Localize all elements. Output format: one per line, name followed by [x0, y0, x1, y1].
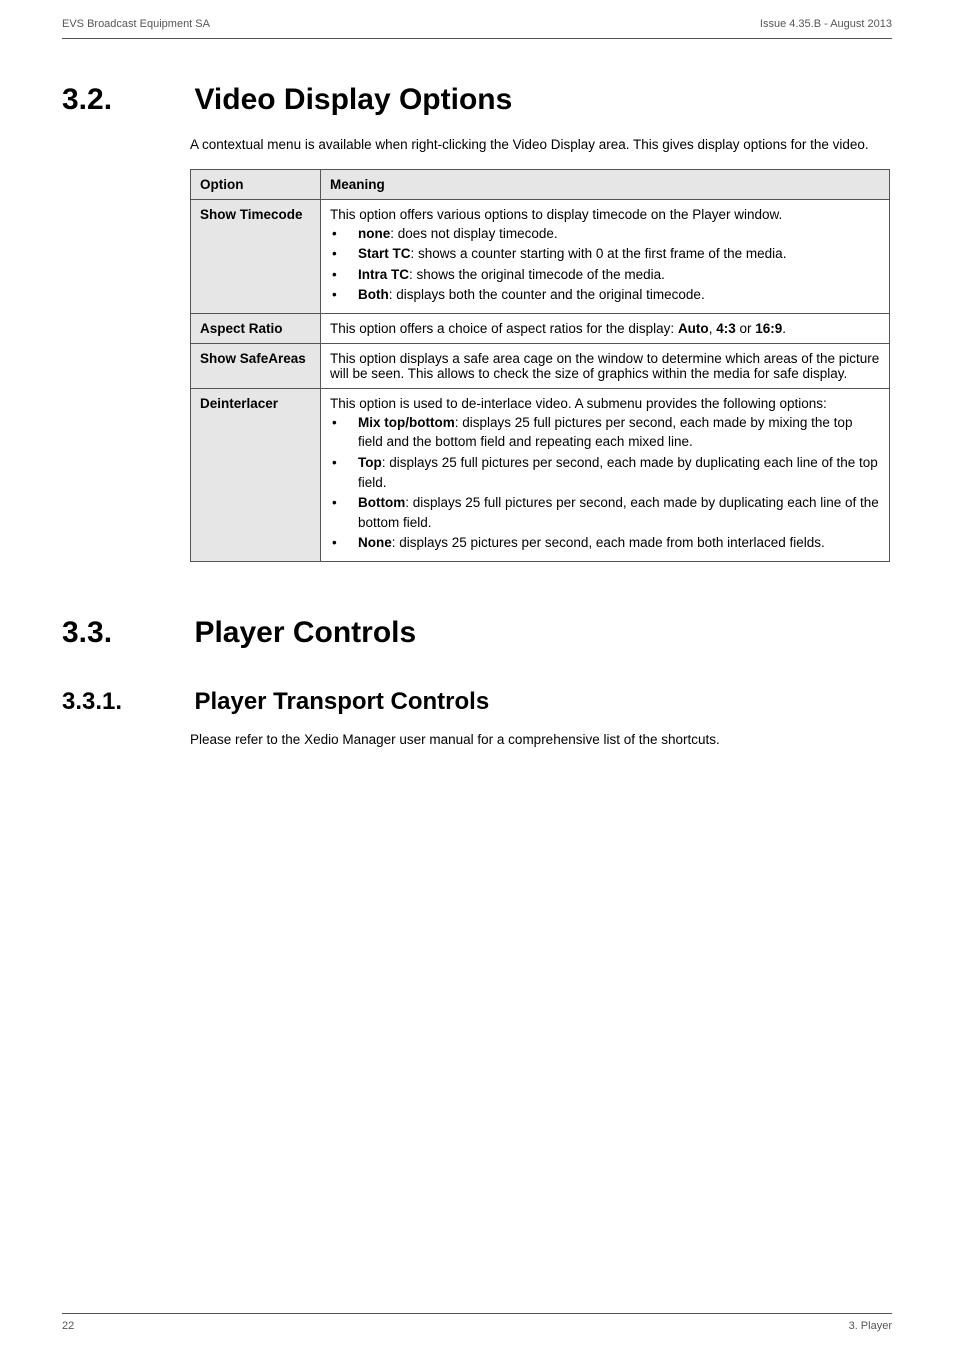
subsection-number: 3.3.1.: [62, 688, 190, 716]
header-left: EVS Broadcast Equipment SA: [62, 18, 210, 30]
option-meaning: This option offers various options to di…: [321, 199, 890, 313]
meaning-lead: This option offers various options to di…: [330, 207, 880, 222]
page-header: EVS Broadcast Equipment SA Issue 4.35.B …: [0, 0, 954, 36]
option-meaning: This option is used to de-interlace vide…: [321, 388, 890, 561]
table-row: Show Timecode This option offers various…: [191, 199, 890, 313]
header-rule: [62, 38, 892, 39]
list-item: Start TC: shows a counter starting with …: [330, 244, 880, 264]
section-title: Player Controls: [194, 616, 416, 650]
page-number: 22: [62, 1320, 74, 1332]
footer-rule: [62, 1313, 892, 1314]
table-header-row: Option Meaning: [191, 169, 890, 199]
table-row: Aspect Ratio This option offers a choice…: [191, 313, 890, 343]
section-3-3-heading: 3.3. Player Controls: [62, 616, 892, 650]
table-row: Deinterlacer This option is used to de-i…: [191, 388, 890, 561]
option-label: Deinterlacer: [191, 388, 321, 561]
option-label: Show SafeAreas: [191, 343, 321, 388]
bullet-list: none: does not display timecode. Start T…: [330, 224, 880, 305]
col-meaning: Meaning: [321, 169, 890, 199]
list-item: Intra TC: shows the original timecode of…: [330, 265, 880, 285]
section-3-2-heading: 3.2. Video Display Options: [62, 83, 892, 117]
section-3-2-intro: A contextual menu is available when righ…: [190, 135, 892, 155]
subsection-title: Player Transport Controls: [194, 688, 489, 716]
col-option: Option: [191, 169, 321, 199]
list-item: Mix top/bottom: displays 25 full picture…: [330, 413, 880, 452]
table-row: Show SafeAreas This option displays a sa…: [191, 343, 890, 388]
section-number: 3.3.: [62, 616, 190, 650]
page-footer: 22 3. Player: [0, 1313, 954, 1332]
section-number: 3.2.: [62, 83, 190, 117]
list-item: None: displays 25 pictures per second, e…: [330, 533, 880, 553]
option-meaning: This option offers a choice of aspect ra…: [321, 313, 890, 343]
section-3-3-1-body: Please refer to the Xedio Manager user m…: [190, 730, 892, 750]
list-item: Both: displays both the counter and the …: [330, 285, 880, 305]
bullet-list: Mix top/bottom: displays 25 full picture…: [330, 413, 880, 553]
list-item: Top: displays 25 full pictures per secon…: [330, 453, 880, 492]
options-table: Option Meaning Show Timecode This option…: [190, 169, 890, 562]
list-item: none: does not display timecode.: [330, 224, 880, 244]
section-3-3-1-heading: 3.3.1. Player Transport Controls: [62, 688, 892, 716]
header-right: Issue 4.35.B - August 2013: [760, 18, 892, 30]
content: 3.2. Video Display Options A contextual …: [0, 83, 954, 749]
option-label: Aspect Ratio: [191, 313, 321, 343]
meaning-lead: This option is used to de-interlace vide…: [330, 396, 880, 411]
list-item: Bottom: displays 25 full pictures per se…: [330, 493, 880, 532]
section-title: Video Display Options: [194, 83, 512, 117]
footer-section: 3. Player: [849, 1320, 892, 1332]
option-label: Show Timecode: [191, 199, 321, 313]
option-meaning: This option displays a safe area cage on…: [321, 343, 890, 388]
